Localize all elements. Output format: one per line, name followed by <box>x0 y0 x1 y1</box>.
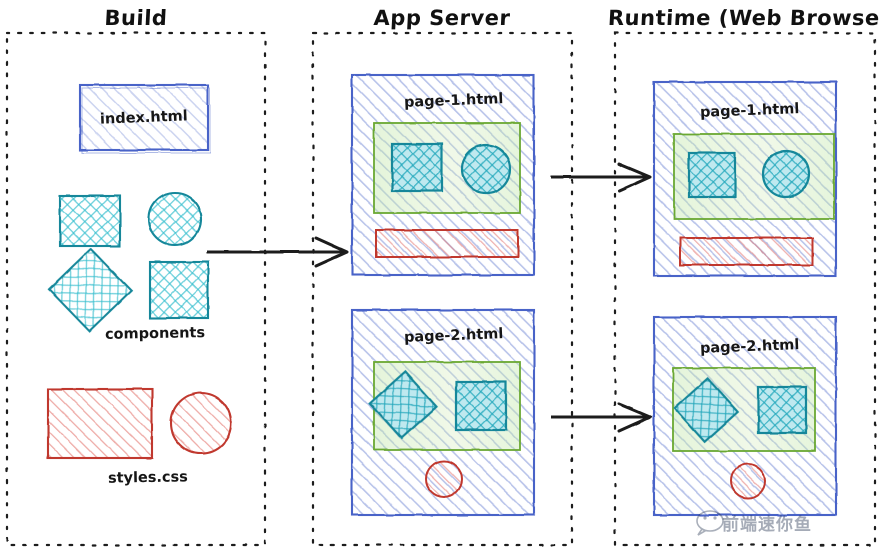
styles-circle <box>169 391 233 455</box>
components-label: components <box>104 325 206 343</box>
app-page-1-circle <box>460 143 512 195</box>
app-page-2-square <box>454 380 508 432</box>
diagram-canvas: Build App Server Runtime (Web Browser) i… <box>0 0 880 557</box>
column-title-build: Build <box>103 6 169 30</box>
styles-rect <box>46 387 154 460</box>
app-page-1-square <box>390 142 444 193</box>
runtime-page-1-square <box>687 151 737 199</box>
arrow-build-to-app-server <box>207 236 349 268</box>
app-page-1-red-strip <box>375 229 519 258</box>
index-html-label: index.html <box>99 108 188 128</box>
app-page-2-red-circle <box>425 460 463 498</box>
watermark-text: 前端速你鱼 <box>722 515 812 535</box>
column-title-runtime: Runtime (Web Browser) <box>607 6 880 30</box>
component-diamond-1 <box>47 247 133 333</box>
runtime-page-2-red-circle <box>730 463 766 499</box>
arrow-app-server-to-runtime-2 <box>551 402 652 433</box>
watermark: 前端速你鱼 <box>722 510 812 535</box>
runtime-page-2-square <box>756 385 808 435</box>
styles-css-label: styles.css <box>107 469 188 487</box>
component-square-2 <box>148 260 210 320</box>
column-title-app-server: App Server <box>373 6 511 30</box>
runtime-page-1-circle <box>761 149 811 199</box>
component-square-1 <box>58 194 122 248</box>
runtime-page-1-red-strip <box>679 237 814 266</box>
arrow-app-server-to-runtime-1 <box>551 162 652 193</box>
component-circle-1 <box>147 191 203 247</box>
